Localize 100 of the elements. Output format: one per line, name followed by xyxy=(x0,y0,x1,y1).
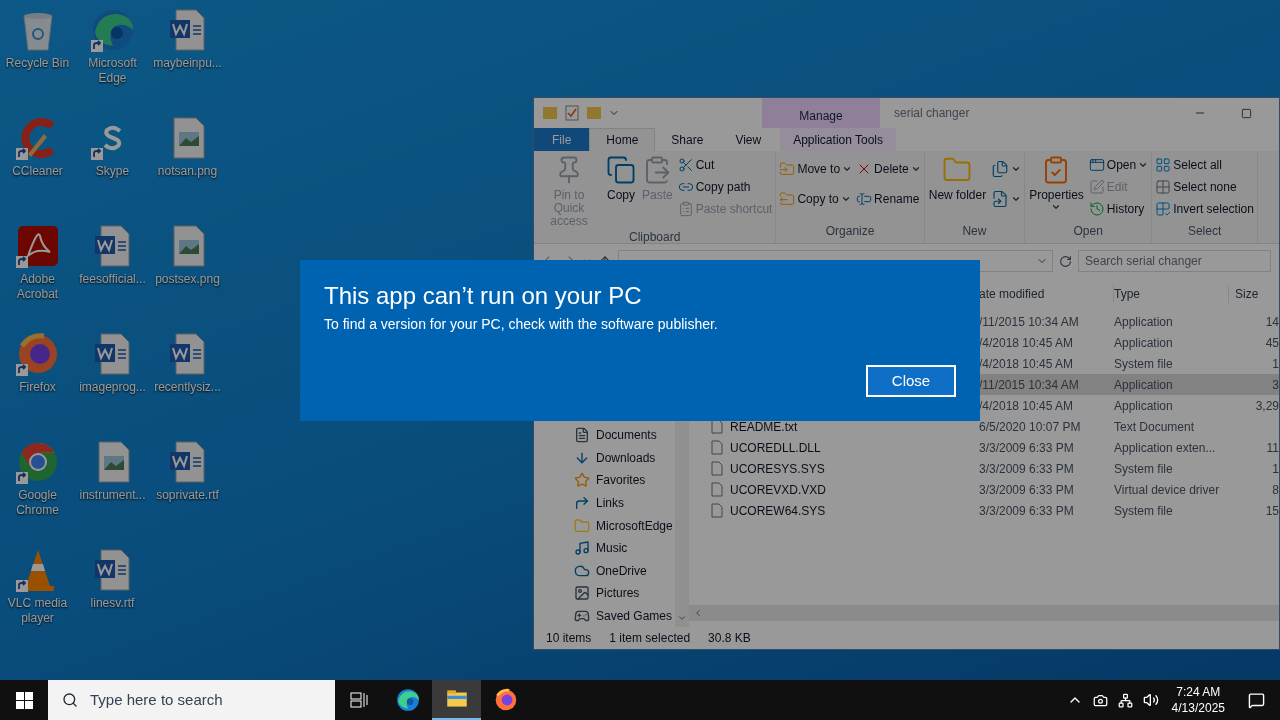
star-icon xyxy=(574,472,590,489)
notification-icon[interactable] xyxy=(1248,691,1265,709)
file-row[interactable]: UCORESYS.SYS 3/3/2009 6:33 PM System file 1 xyxy=(689,458,1279,479)
dialog-title: This app can’t run on your PC xyxy=(324,281,643,311)
file-icon xyxy=(711,440,723,455)
type-cell-text: System file xyxy=(1114,502,1174,520)
ribbon-button[interactable]: Invert selection xyxy=(1154,199,1255,219)
ribbon-button[interactable]: New folder xyxy=(926,155,989,222)
ribbon-tab[interactable]: Share xyxy=(655,128,720,151)
file-name: UCOREVXD.VXD xyxy=(730,481,828,499)
file-name: UCOREDLL.DLL xyxy=(730,439,822,457)
file-icon xyxy=(711,419,723,434)
navigation-item[interactable]: Downloads xyxy=(574,446,675,470)
date-cell-text: /11/2015 10:34 AM xyxy=(979,313,1080,331)
windows-logo-icon xyxy=(15,691,33,709)
file-icon xyxy=(711,482,723,497)
context-tab-header: Manage xyxy=(762,98,880,128)
size-cell-text: 3,29 xyxy=(1254,397,1279,415)
file-row[interactable]: UCOREDLL.DLL 3/3/2009 6:33 PM Application exten... 11 xyxy=(689,437,1279,458)
date-cell-text: 3/3/2009 6:33 PM xyxy=(979,481,1075,499)
ribbon-group-label: New xyxy=(961,223,988,240)
navigation-item[interactable]: MicrosoftEdge xyxy=(574,514,675,537)
ribbon-button[interactable]: Delete xyxy=(855,159,922,179)
date-cell-text: 3/3/2009 6:33 PM xyxy=(979,439,1075,457)
date-cell-text: /4/2018 10:45 AM xyxy=(979,397,1075,415)
navigation-item[interactable]: Documents xyxy=(574,424,675,447)
taskbar-app-button[interactable] xyxy=(432,680,481,720)
ribbon-button[interactable]: Select all xyxy=(1154,155,1255,175)
ribbon-tab[interactable]: Application Tools xyxy=(780,128,897,151)
ribbon-button[interactable]: Copy to xyxy=(778,189,854,209)
ribbon-button[interactable]: Cut xyxy=(676,155,774,175)
date-cell-text: 6/5/2020 10:07 PM xyxy=(979,418,1082,436)
type-cell-text: Application xyxy=(1114,376,1174,394)
navigation-item[interactable]: Saved Games xyxy=(574,604,675,628)
navigation-item[interactable]: Pictures xyxy=(574,581,675,605)
date-cell-text: 3/3/2009 6:33 PM xyxy=(979,460,1075,478)
desktop-icon-label[interactable]: linesv.rtf xyxy=(75,596,150,611)
folder-arrow-icon xyxy=(779,191,796,207)
window-icon xyxy=(1088,157,1105,173)
ribbon-button[interactable]: Copy xyxy=(604,155,638,228)
music-icon xyxy=(574,540,590,557)
size-cell-text: 8 xyxy=(1271,481,1279,499)
ribbon-button[interactable]: Move to xyxy=(778,159,854,179)
clock[interactable]: 7:24 AM 4/13/2025 xyxy=(1163,684,1233,716)
swirl-logo-icon xyxy=(394,687,421,713)
ribbon-button[interactable]: Copy path xyxy=(676,177,774,197)
ribbon-tab[interactable]: File xyxy=(534,128,590,151)
ribbon-group-label: Select xyxy=(1186,223,1223,240)
type-cell-text: Application xyxy=(1114,397,1174,415)
network-icon[interactable] xyxy=(1117,692,1133,708)
navigation-item[interactable]: Links xyxy=(574,491,675,515)
navigation-item[interactable]: Music xyxy=(574,536,675,560)
type-cell-text: Virtual device driver xyxy=(1114,481,1221,499)
column-header[interactable]: Size xyxy=(1229,285,1279,303)
search-field[interactable]: Search serial changer xyxy=(1078,250,1271,272)
ribbon-group-label: Open xyxy=(1072,223,1104,240)
task-view-icon xyxy=(350,692,368,708)
status-text: 1 item selected xyxy=(609,630,691,647)
caret-icon xyxy=(1051,202,1062,212)
horizontal-scrollbar[interactable] xyxy=(689,605,1279,621)
type-cell-text: Text Document xyxy=(1114,418,1196,436)
file-row[interactable]: UCOREVXD.VXD 3/3/2009 6:33 PM Virtual device driver 8 xyxy=(689,479,1279,500)
navigation-item[interactable]: OneDrive xyxy=(574,559,675,582)
close-button[interactable]: Close xyxy=(866,365,956,397)
grid-icon xyxy=(1155,157,1172,173)
ribbon-button[interactable]: Properties xyxy=(1027,155,1086,222)
grid-icon xyxy=(1155,201,1172,217)
ribbon-button[interactable]: Rename xyxy=(855,189,922,209)
volume-icon[interactable] xyxy=(1142,692,1159,708)
column-header[interactable]: Type xyxy=(1114,285,1229,303)
navigation-item[interactable]: Favorites xyxy=(574,469,675,492)
caret-icon xyxy=(1138,160,1149,170)
copy-icon xyxy=(606,155,636,185)
scroll-left-icon xyxy=(693,608,703,618)
size-cell-text: 11 xyxy=(1265,439,1279,457)
ribbon-group-label: Clipboard xyxy=(628,229,682,246)
caret-icon xyxy=(910,164,921,174)
size-cell-text: 1 xyxy=(1271,460,1279,478)
file-icon xyxy=(711,461,723,476)
scissors-icon xyxy=(677,157,694,173)
size-cell-text: 45 xyxy=(1264,334,1279,352)
taskbar-search-field[interactable]: Type here to search xyxy=(48,680,335,720)
rename-icon xyxy=(856,191,873,207)
checklist-icon xyxy=(564,105,580,121)
file-row[interactable]: UCOREW64.SYS 3/3/2009 6:33 PM System file 15 xyxy=(689,500,1279,521)
date-cell-text: /4/2018 10:45 AM xyxy=(979,334,1075,352)
ribbon-button[interactable]: History xyxy=(1087,199,1150,219)
clipboard-icon xyxy=(677,201,694,217)
file-row[interactable]: README.txt 6/5/2020 10:07 PM Text Document xyxy=(689,416,1279,437)
ribbon-button[interactable]: Select none xyxy=(1154,177,1255,197)
type-cell-text: System file xyxy=(1114,355,1174,373)
caret-icon xyxy=(1011,194,1022,204)
folder-icon xyxy=(574,517,590,534)
ribbon-tab[interactable]: View xyxy=(719,128,778,151)
search-icon xyxy=(62,692,78,708)
link-arrow-icon xyxy=(574,494,590,511)
ribbon-tab[interactable]: Home xyxy=(589,128,656,151)
camera-icon[interactable] xyxy=(1092,692,1108,708)
ribbon-button[interactable]: Open xyxy=(1087,155,1150,175)
refresh-icon[interactable] xyxy=(1059,254,1072,268)
